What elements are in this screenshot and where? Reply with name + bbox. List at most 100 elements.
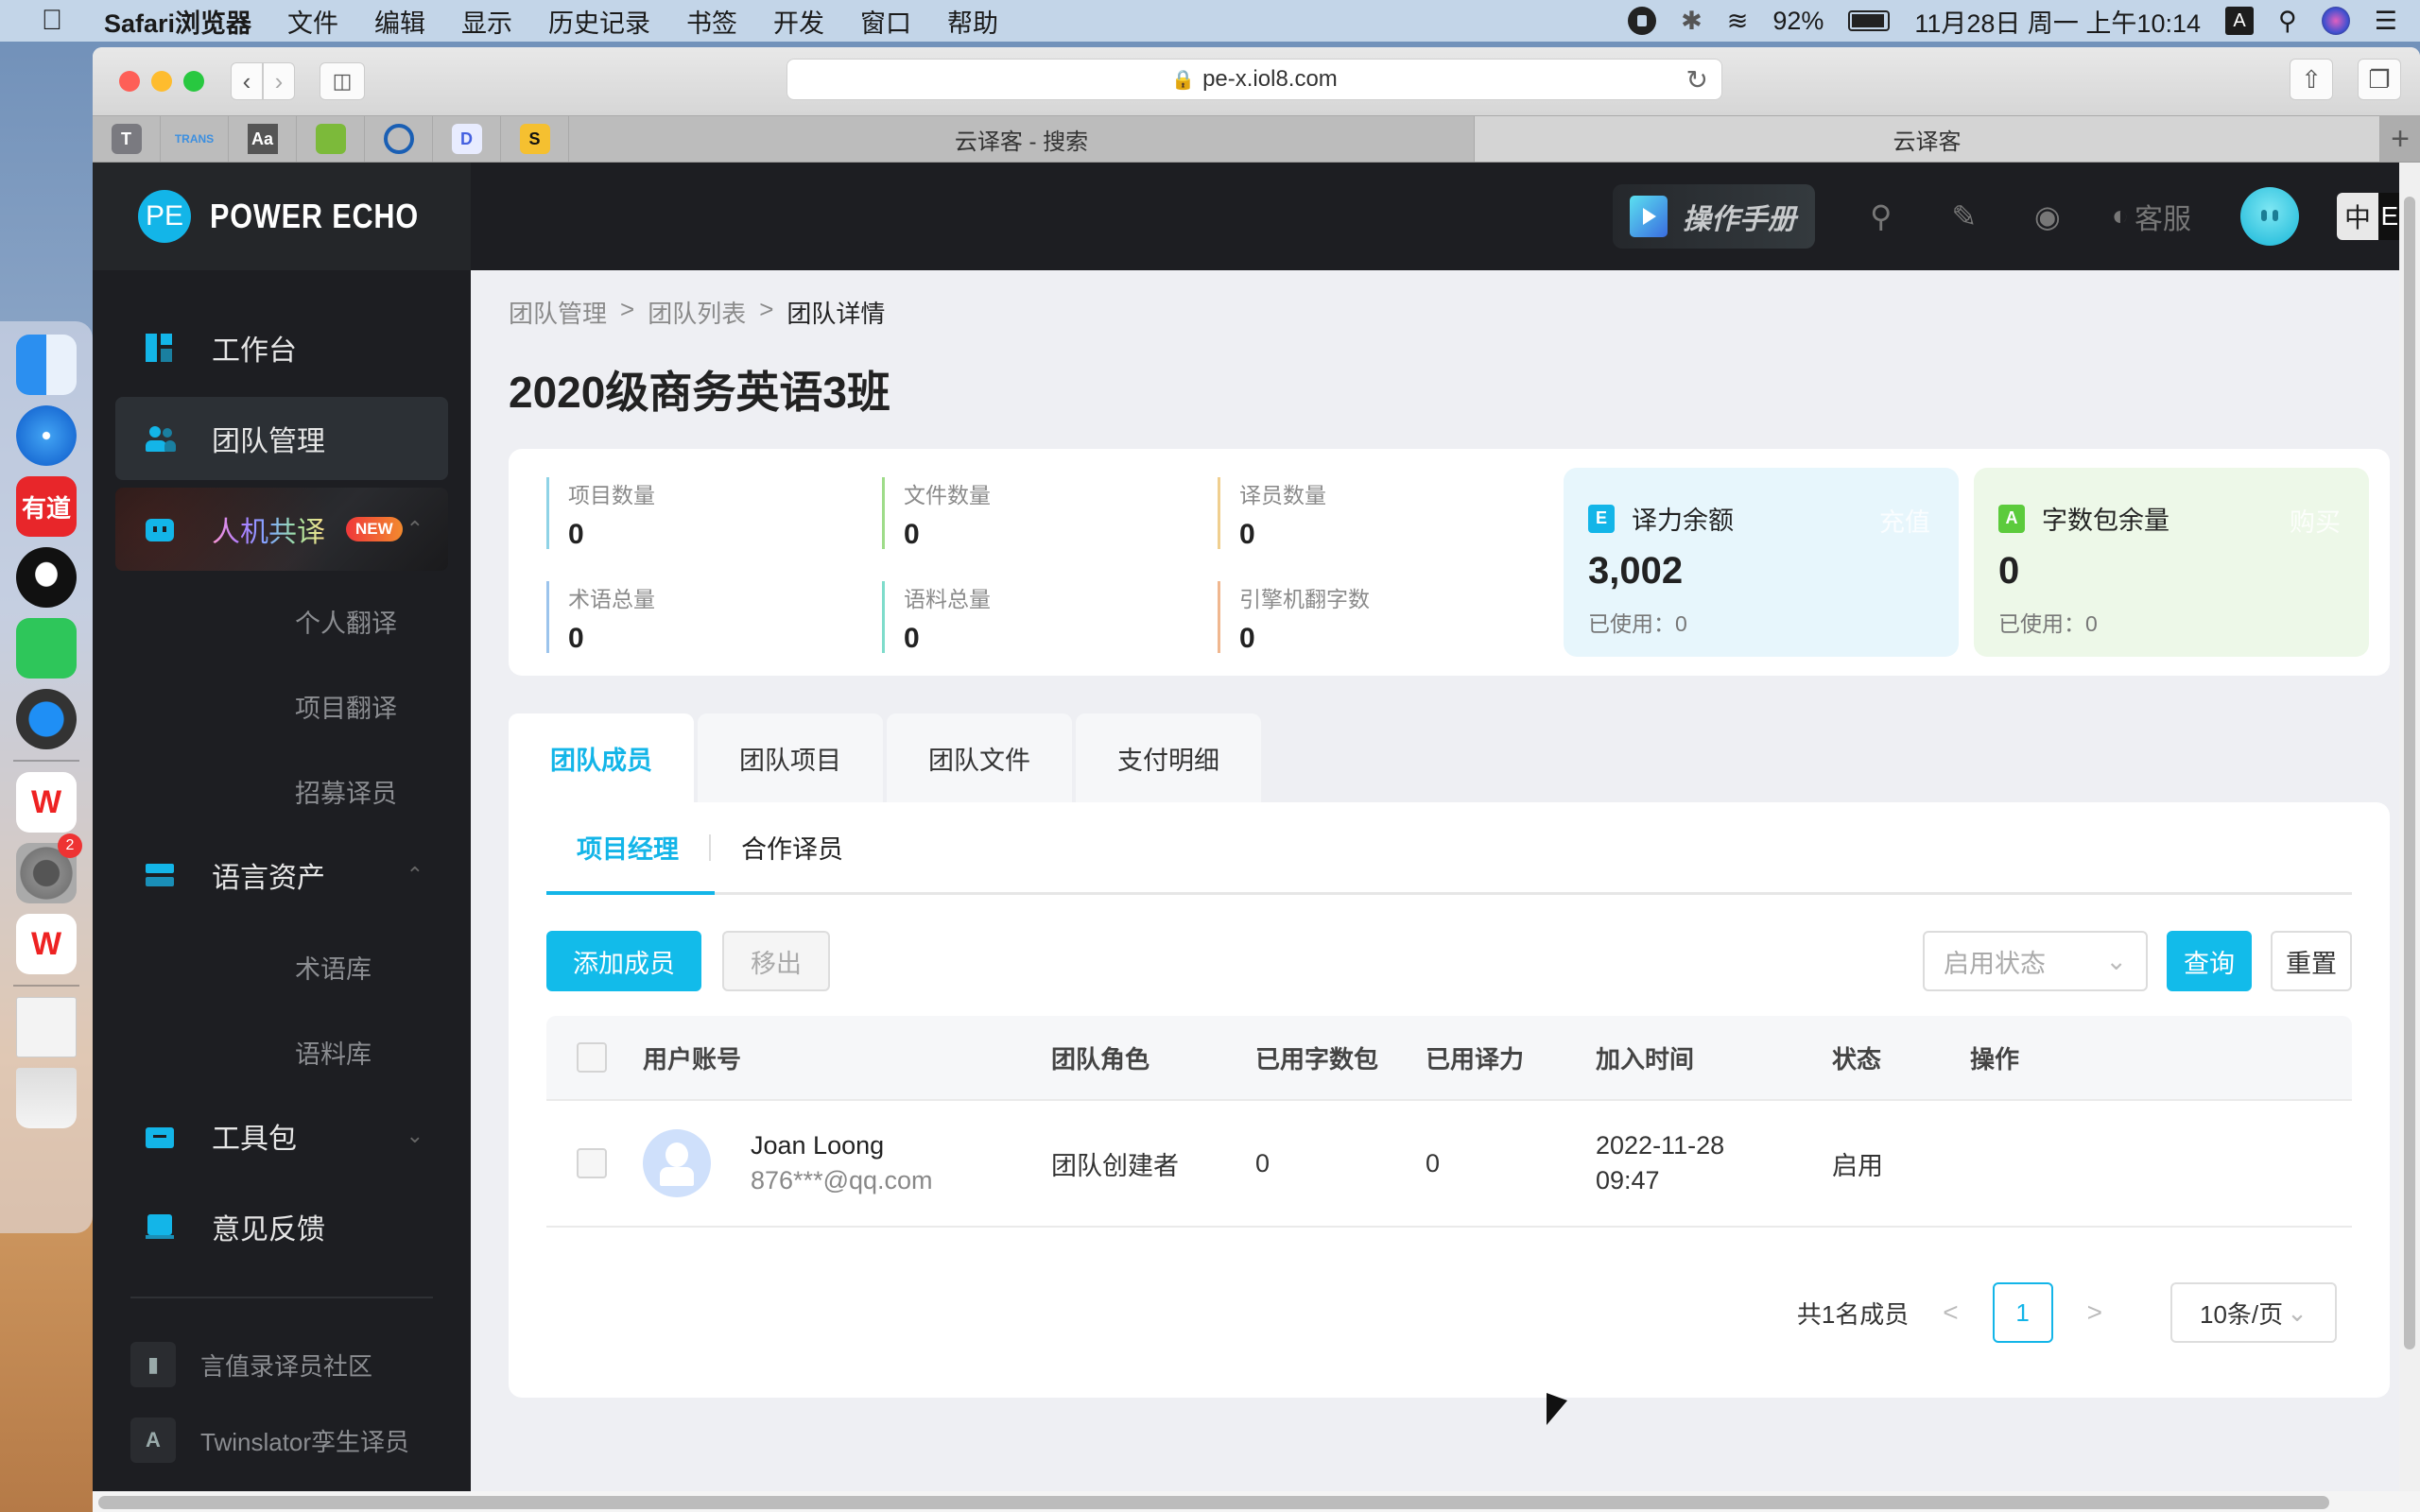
- sidebar-subitem-recruit-translators[interactable]: 招募译员: [93, 748, 471, 833]
- page-number[interactable]: 1: [1992, 1282, 2053, 1343]
- vertical-scroll-thumb[interactable]: [2404, 197, 2415, 1349]
- tab-team-files[interactable]: 团队文件: [887, 713, 1072, 802]
- menu-bookmarks[interactable]: 书签: [686, 3, 737, 40]
- add-member-button[interactable]: 添加成员: [546, 931, 701, 991]
- favorite-transtech[interactable]: TRANS: [161, 116, 229, 162]
- chevron-down-icon[interactable]: ⌄: [406, 1124, 424, 1148]
- favorite-o[interactable]: [365, 116, 433, 162]
- edit-icon[interactable]: ✎: [1945, 198, 1983, 235]
- breadcrumb-team-management[interactable]: 团队管理: [509, 295, 607, 330]
- status-filter-select[interactable]: 启用状态 ⌄: [1923, 931, 2148, 991]
- dock-trash-icon[interactable]: [16, 1068, 77, 1128]
- tab-team-members[interactable]: 团队成员: [509, 713, 694, 802]
- vertical-scrollbar[interactable]: [2399, 163, 2420, 1512]
- manual-button[interactable]: 操作手册: [1612, 184, 1815, 249]
- customer-service-button[interactable]: ◐ 客服: [2112, 196, 2191, 237]
- browser-tab-search[interactable]: 云译客 - 搜索: [569, 116, 1475, 162]
- horizontal-scroll-thumb[interactable]: [98, 1496, 2329, 1509]
- menu-window[interactable]: 窗口: [860, 3, 911, 40]
- row-checkbox[interactable]: [577, 1148, 607, 1178]
- new-tab-button[interactable]: +: [2380, 116, 2420, 162]
- clock[interactable]: 11月28日 周一 上午10:14: [1914, 3, 2201, 40]
- dock-qq-icon[interactable]: [16, 547, 77, 608]
- menu-develop[interactable]: 开发: [773, 3, 824, 40]
- tab-payment-details[interactable]: 支付明细: [1076, 713, 1261, 802]
- sidebar-item-language-assets[interactable]: 语言资产 ⌃: [115, 833, 448, 917]
- brand[interactable]: PE POWER ECHO: [93, 163, 471, 270]
- chevron-up-icon[interactable]: ⌃: [406, 863, 424, 887]
- sidebar-subitem-personal-translation[interactable]: 个人翻译: [93, 578, 471, 663]
- lang-zh-button[interactable]: 中: [2337, 193, 2378, 240]
- message-icon[interactable]: ◉: [2029, 198, 2066, 235]
- user-avatar[interactable]: [2240, 187, 2299, 246]
- select-all-checkbox[interactable]: [577, 1042, 607, 1073]
- control-center-icon[interactable]: ☰: [2375, 7, 2397, 36]
- favorite-s[interactable]: S: [501, 116, 569, 162]
- dock-quicktime-icon[interactable]: [16, 689, 77, 749]
- favorite-evernote[interactable]: [297, 116, 365, 162]
- page-size-select[interactable]: 10条/页 ⌄: [2170, 1282, 2337, 1343]
- sidebar-item-team[interactable]: 团队管理: [115, 397, 448, 480]
- chevron-up-icon[interactable]: ⌃: [406, 517, 424, 541]
- dock-system-preferences-icon[interactable]: 2: [16, 833, 82, 903]
- breadcrumb-team-list[interactable]: 团队列表: [648, 295, 746, 330]
- menu-help[interactable]: 帮助: [947, 3, 998, 40]
- menu-edit[interactable]: 编辑: [374, 3, 425, 40]
- buy-link[interactable]: 购买: [2290, 502, 2341, 539]
- search-icon[interactable]: ⚲: [1862, 198, 1900, 235]
- sidebar-item-workbench[interactable]: 工作台: [115, 306, 448, 389]
- reset-button[interactable]: 重置: [2271, 931, 2352, 991]
- sidebar-subitem-corpus[interactable]: 语料库: [93, 1009, 471, 1094]
- menu-history[interactable]: 历史记录: [548, 3, 650, 40]
- spotlight-icon[interactable]: ⚲: [2278, 7, 2297, 36]
- sidebar-item-toolbox[interactable]: 工具包 ⌄: [115, 1094, 448, 1177]
- sidebar-item-ai-translation[interactable]: 人机共译 NEW ⌃: [115, 488, 448, 571]
- favorite-t[interactable]: T: [93, 116, 161, 162]
- screen-record-icon[interactable]: [1628, 7, 1657, 35]
- input-method-icon[interactable]: A: [2225, 7, 2254, 35]
- bluetooth-icon[interactable]: ✱: [1681, 7, 1703, 36]
- close-window-button[interactable]: [119, 71, 140, 92]
- sidebar-link-community[interactable]: ▮ 言值录译员社区: [93, 1327, 471, 1402]
- query-button[interactable]: 查询: [2167, 931, 2252, 991]
- dock-wps-icon-2[interactable]: W: [16, 914, 77, 974]
- dock-wps-icon[interactable]: W: [16, 772, 77, 833]
- menu-app-name[interactable]: Safari浏览器: [104, 3, 251, 40]
- browser-tab-active[interactable]: 云译客: [1475, 116, 2380, 162]
- menu-view[interactable]: 显示: [461, 3, 512, 40]
- address-bar[interactable]: 🔒 pe-x.iol8.com ↻: [786, 59, 1722, 100]
- favorite-d[interactable]: D: [433, 116, 501, 162]
- favorite-font[interactable]: Aa: [229, 116, 297, 162]
- dock-documents-icon[interactable]: [16, 997, 77, 1057]
- sidebar-subitem-project-translation[interactable]: 项目翻译: [93, 663, 471, 748]
- minimize-window-button[interactable]: [151, 71, 172, 92]
- dock-wechat-icon[interactable]: [16, 618, 77, 679]
- recharge-link[interactable]: 充值: [1879, 502, 1930, 539]
- horizontal-scrollbar[interactable]: [93, 1491, 2420, 1512]
- menu-file[interactable]: 文件: [287, 3, 338, 40]
- subtab-translators[interactable]: 合作译员: [711, 829, 873, 866]
- tab-overview-button[interactable]: ❐: [2358, 59, 2401, 100]
- siri-icon[interactable]: [2321, 7, 2350, 35]
- dock-youdao-icon[interactable]: 有道: [16, 476, 77, 537]
- share-button[interactable]: ⇧: [2290, 59, 2333, 100]
- sidebar-subitem-termbase[interactable]: 术语库: [93, 924, 471, 1009]
- zoom-window-button[interactable]: [183, 71, 204, 92]
- sidebar-link-twinslator[interactable]: A Twinslator孪生译员: [93, 1402, 471, 1478]
- sidebar-toggle-button[interactable]: ◫: [320, 62, 365, 100]
- remove-member-button[interactable]: 移出: [722, 931, 830, 991]
- tab-team-projects[interactable]: 团队项目: [698, 713, 883, 802]
- wifi-icon[interactable]: ≋: [1727, 7, 1749, 36]
- battery-icon[interactable]: [1848, 10, 1891, 31]
- apple-menu-icon[interactable]: : [0, 5, 104, 37]
- back-button[interactable]: ‹: [231, 62, 263, 100]
- subtab-project-managers[interactable]: 项目经理: [546, 829, 709, 866]
- reload-icon[interactable]: ↻: [1686, 64, 1708, 95]
- next-page-icon[interactable]: >: [2087, 1297, 2102, 1328]
- dock-finder-icon[interactable]: [16, 335, 77, 395]
- evernote-icon: [315, 124, 346, 154]
- prev-page-icon[interactable]: <: [1943, 1297, 1958, 1328]
- dock-safari-icon[interactable]: [16, 405, 77, 466]
- forward-button[interactable]: ›: [263, 62, 295, 100]
- sidebar-item-feedback[interactable]: 意见反馈: [115, 1185, 448, 1268]
